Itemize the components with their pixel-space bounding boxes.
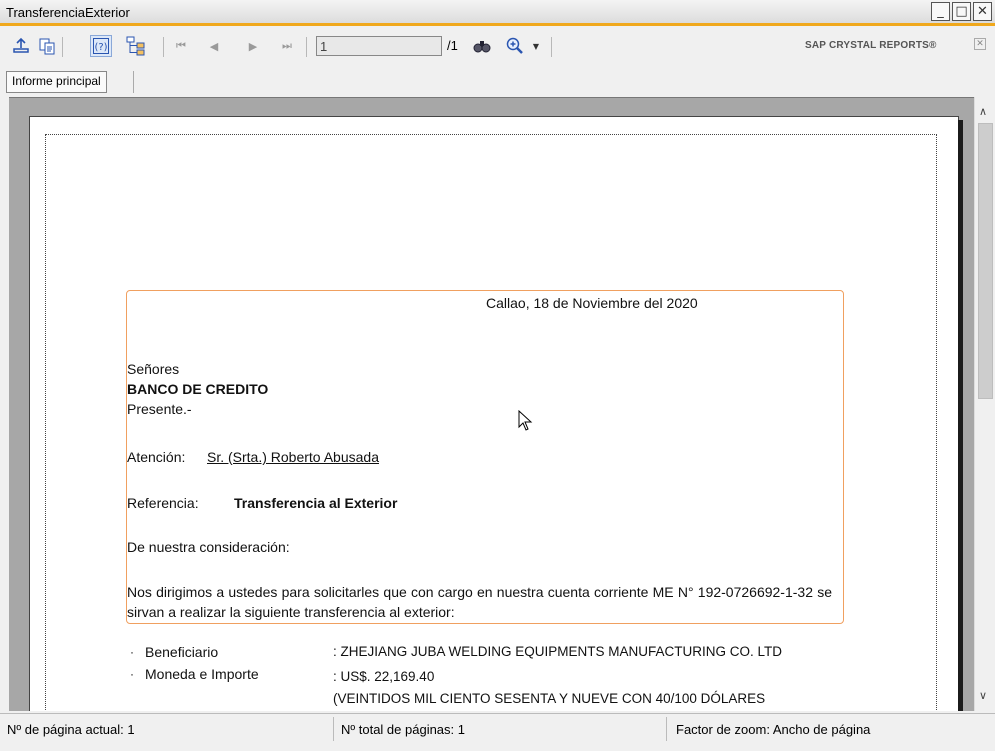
field-value-currency: : US$. 22,169.40 xyxy=(333,669,435,684)
report-viewer-window: TransferenciaExterior _ □ ✕ (?) ⏮ ◀ ▶ ⏭ … xyxy=(0,0,995,751)
next-page-icon[interactable]: ▶ xyxy=(242,35,264,57)
status-bar: Nº de página actual: 1 Nº total de págin… xyxy=(0,713,995,751)
find-icon[interactable] xyxy=(471,35,493,57)
field-value-beneficiary: : ZHEJIANG JUBA WELDING EQUIPMENTS MANUF… xyxy=(333,644,783,659)
status-separator xyxy=(333,717,334,741)
field-label-beneficiary: Beneficiario xyxy=(145,644,219,660)
help-icon[interactable]: (?) xyxy=(90,35,112,57)
maximize-button[interactable]: □ xyxy=(952,2,971,21)
toolbar: (?) ⏮ ◀ ▶ ⏭ /1 ▼ SAP CRYSTAL REPORTS® ✕ xyxy=(0,29,995,69)
date-line: Callao, 18 de Noviembre del 2020 xyxy=(486,295,698,311)
bullet: · xyxy=(130,645,134,659)
toolbar-separator xyxy=(306,37,307,57)
page-number-input[interactable] xyxy=(316,36,442,56)
last-page-icon[interactable]: ⏭ xyxy=(276,35,298,57)
close-panel-icon[interactable]: ✕ xyxy=(974,38,986,50)
group-tree-icon[interactable] xyxy=(125,35,147,57)
amount-in-words: (VEINTIDOS MIL CIENTO SESENTA Y NUEVE CO… xyxy=(333,691,766,706)
page-total-label: /1 xyxy=(447,38,458,53)
tab-divider xyxy=(133,71,134,93)
status-current-page: Nº de página actual: 1 xyxy=(7,722,135,737)
field-label-currency: Moneda e Importe xyxy=(145,666,259,682)
toolbar-separator xyxy=(551,37,552,57)
minimize-button[interactable]: _ xyxy=(931,2,950,21)
report-viewport[interactable]: Callao, 18 de Noviembre del 2020 Señores… xyxy=(9,97,995,711)
toolbar-separator xyxy=(62,37,63,57)
vertical-scrollbar[interactable]: ∧ ∨ xyxy=(974,97,995,711)
title-bar: TransferenciaExterior _ □ ✕ xyxy=(0,0,995,26)
mouse-cursor-icon xyxy=(518,410,533,431)
export-icon[interactable] xyxy=(10,35,32,57)
status-separator xyxy=(666,717,667,741)
status-total-pages: Nº total de páginas: 1 xyxy=(341,722,465,737)
scroll-up-icon[interactable]: ∧ xyxy=(979,105,987,118)
scroll-down-icon[interactable]: ∨ xyxy=(979,689,987,702)
status-zoom-factor: Factor de zoom: Ancho de página xyxy=(676,722,871,737)
page-shadow xyxy=(958,120,963,711)
first-page-icon[interactable]: ⏮ xyxy=(170,35,192,57)
zoom-dropdown-chevron-icon[interactable]: ▼ xyxy=(530,35,542,57)
attention-value: Sr. (Srta.) Roberto Abusada xyxy=(207,449,379,465)
bullet: · xyxy=(130,667,134,681)
scrollbar-thumb[interactable] xyxy=(978,123,993,399)
tab-main-report[interactable]: Informe principal xyxy=(6,71,107,93)
prev-page-icon[interactable]: ◀ xyxy=(203,35,225,57)
svg-text:(?): (?) xyxy=(94,42,107,53)
window-title: TransferenciaExterior xyxy=(6,5,130,20)
reference-value: Transferencia al Exterior xyxy=(234,495,398,511)
close-button[interactable]: ✕ xyxy=(973,2,992,21)
presente-line: Presente.- xyxy=(127,401,192,417)
salutation: Señores xyxy=(127,361,180,377)
copy-icon[interactable] xyxy=(36,35,58,57)
toolbar-separator xyxy=(163,37,164,57)
bank-name: BANCO DE CREDITO xyxy=(127,381,269,397)
report-page: Callao, 18 de Noviembre del 2020 Señores… xyxy=(29,116,959,711)
greeting: De nuestra consideración: xyxy=(127,539,290,555)
body-paragraph: Nos dirigimos a ustedes para solicitarle… xyxy=(127,584,832,620)
zoom-icon[interactable] xyxy=(504,35,526,57)
reference-label: Referencia: xyxy=(127,495,199,511)
brand-label: SAP CRYSTAL REPORTS® xyxy=(805,40,937,51)
attention-label: Atención: xyxy=(127,449,186,465)
